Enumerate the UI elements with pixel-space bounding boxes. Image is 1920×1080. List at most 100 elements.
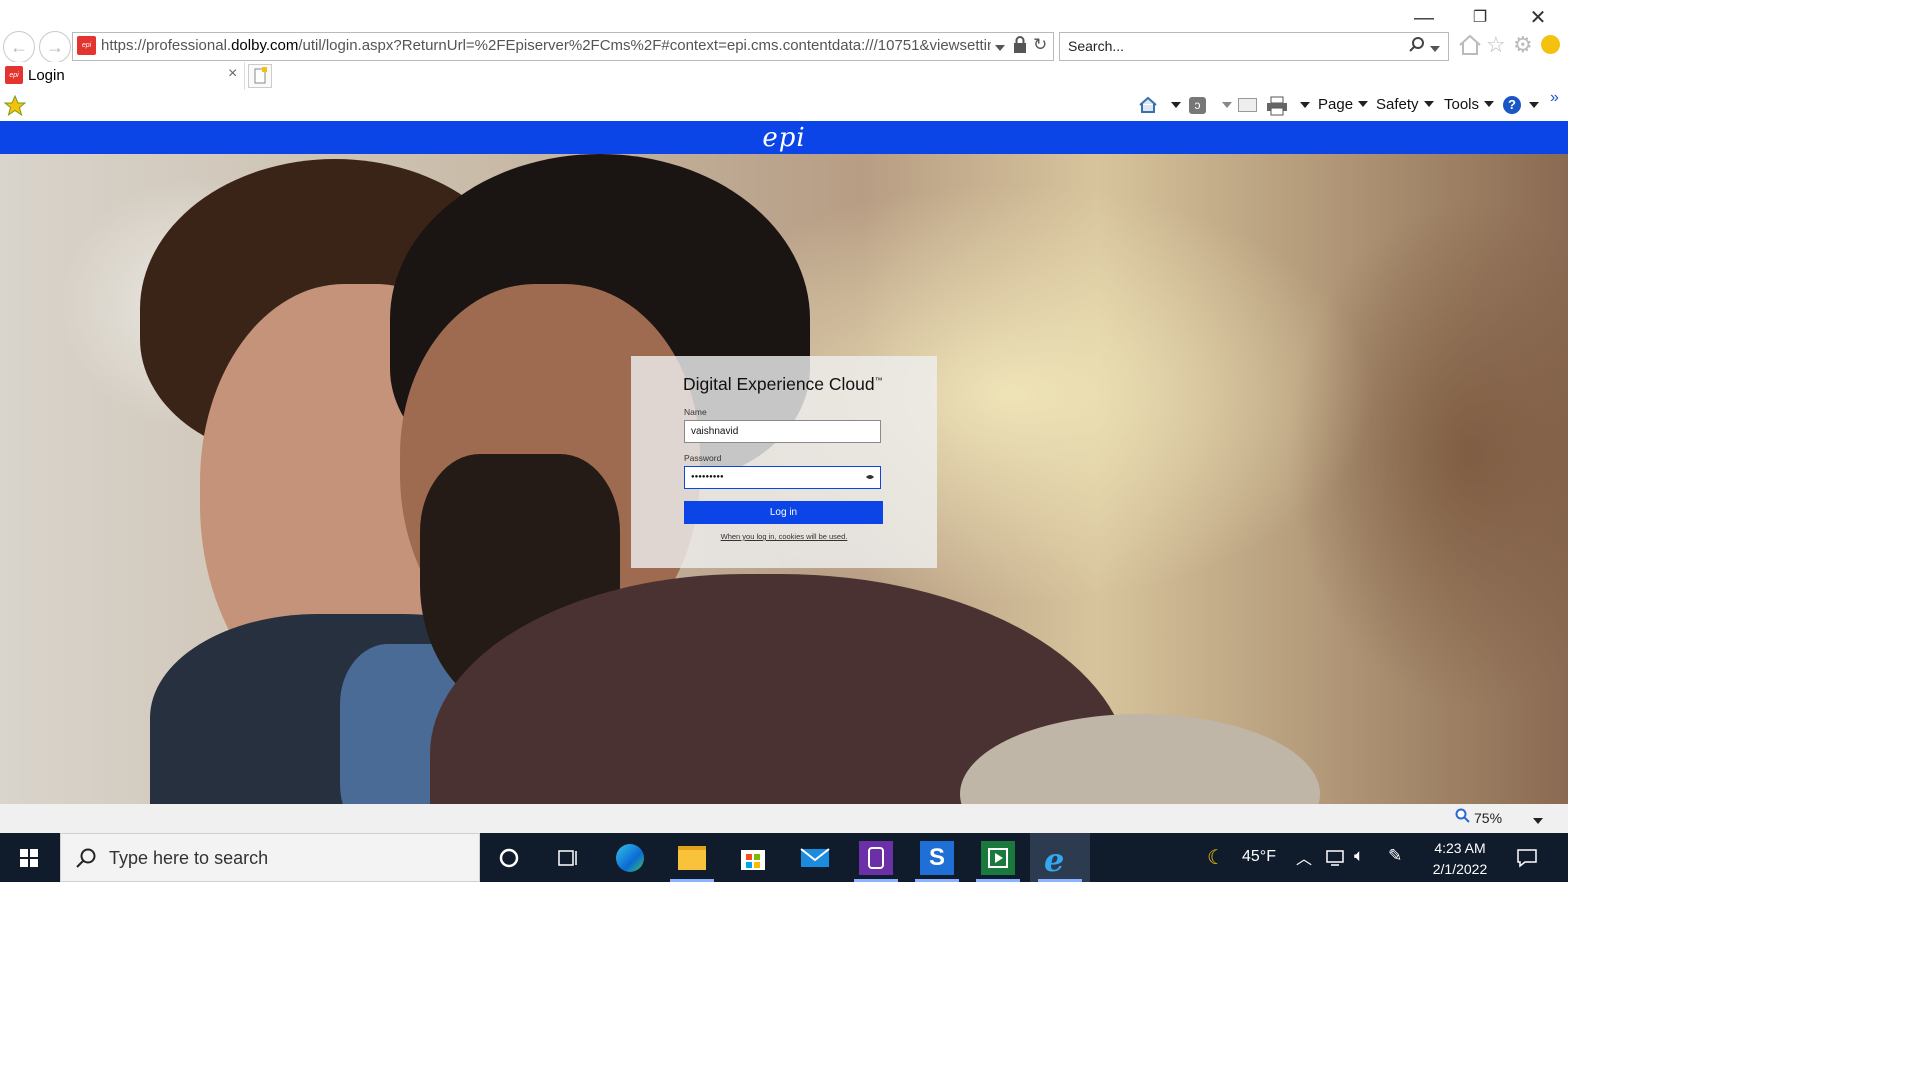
forward-button[interactable]: → bbox=[39, 31, 71, 63]
login-title: Digital Experience Cloud™ bbox=[683, 374, 883, 395]
task-view-icon[interactable] bbox=[551, 841, 585, 875]
url-prefix: https://professional. bbox=[101, 37, 232, 54]
green-app-running-indicator bbox=[976, 879, 1020, 882]
cortana-icon[interactable] bbox=[492, 841, 526, 875]
dropdown-icon[interactable] bbox=[995, 40, 1005, 58]
page-menu-label: Page bbox=[1318, 96, 1354, 113]
print-icon[interactable] bbox=[1266, 96, 1288, 121]
password-field-value: ●●●●●●●●● bbox=[691, 474, 724, 480]
help-dropdown-icon[interactable] bbox=[1524, 97, 1539, 115]
pen-ink-workspace-icon[interactable]: ✎ bbox=[1388, 846, 1402, 866]
print-dropdown-icon[interactable] bbox=[1295, 97, 1310, 115]
weather-temperature[interactable]: 45°F bbox=[1242, 848, 1276, 866]
zoom-level[interactable]: 75% bbox=[1474, 810, 1502, 826]
help-icon[interactable]: ? bbox=[1503, 96, 1521, 114]
taskbar: Type here to search S e ☾ 45°F ︿ 🔈︎ ✎ 4:… bbox=[0, 833, 1568, 882]
internet-explorer-icon: e bbox=[1044, 841, 1065, 879]
file-explorer-icon[interactable] bbox=[675, 841, 709, 875]
close-window-button[interactable]: ✕ bbox=[1518, 6, 1558, 30]
restore-button[interactable]: ❐ bbox=[1460, 6, 1500, 30]
zoom-icon[interactable] bbox=[1455, 808, 1471, 829]
show-hidden-icons-chevron-icon[interactable]: ︿ bbox=[1296, 845, 1312, 869]
log-in-button[interactable]: Log in bbox=[684, 501, 883, 524]
show-password-eye-icon[interactable] bbox=[865, 473, 875, 483]
smiley-feedback-icon[interactable] bbox=[1541, 35, 1560, 54]
password-label: Password bbox=[684, 453, 722, 463]
name-label: Name bbox=[684, 407, 707, 417]
home-icon[interactable] bbox=[1458, 34, 1482, 61]
notification-center-icon[interactable] bbox=[1516, 847, 1538, 874]
feeds-dropdown-icon[interactable] bbox=[1217, 97, 1232, 115]
back-arrow-icon: ← bbox=[10, 36, 28, 57]
search-dropdown-icon[interactable] bbox=[1430, 41, 1440, 59]
start-button[interactable] bbox=[0, 833, 58, 882]
clock-time: 4:23 AM bbox=[1434, 840, 1486, 856]
internet-explorer-active-button[interactable]: e bbox=[1030, 833, 1090, 882]
tools-menu[interactable]: Tools bbox=[1444, 96, 1495, 113]
epi-header: epi bbox=[0, 121, 1568, 154]
ie-running-indicator bbox=[1038, 879, 1082, 882]
file-explorer-running-indicator bbox=[670, 879, 714, 882]
lock-icon[interactable] bbox=[1013, 36, 1027, 59]
name-field-value: vaishnavid bbox=[691, 426, 739, 437]
weather-moon-icon[interactable]: ☾ bbox=[1207, 845, 1225, 870]
tab-row: epi Login × bbox=[0, 62, 1568, 90]
favorites-add-icon[interactable] bbox=[3, 94, 27, 122]
url-domain: dolby.com bbox=[231, 37, 299, 54]
windows-logo-icon bbox=[20, 849, 38, 867]
address-row: ← → epi https://professional.dolby.com/u… bbox=[0, 0, 1568, 63]
search-icon[interactable] bbox=[1408, 36, 1426, 59]
url-suffix: /util/login.aspx?ReturnUrl=%2FEpiserver%… bbox=[298, 37, 991, 54]
taskbar-search-icon bbox=[75, 847, 97, 874]
command-bar: ↄ Page Safety Tools ? » bbox=[0, 89, 1568, 122]
read-mail-icon[interactable] bbox=[1238, 98, 1257, 112]
new-tab-button[interactable] bbox=[248, 64, 272, 88]
favorites-star-icon[interactable]: ☆ bbox=[1486, 32, 1506, 58]
mail-icon[interactable] bbox=[798, 841, 832, 875]
status-bar: 75% bbox=[0, 804, 1568, 833]
tab-close-icon[interactable]: × bbox=[228, 65, 237, 83]
purple-app-running-indicator bbox=[854, 879, 898, 882]
forward-arrow-icon: → bbox=[46, 36, 64, 57]
cookie-notice-link[interactable]: When you log in, cookies will be used. bbox=[631, 532, 937, 541]
network-icon[interactable] bbox=[1324, 849, 1346, 872]
app-s-icon[interactable]: S bbox=[920, 841, 954, 875]
refresh-icon[interactable]: ↻ bbox=[1033, 35, 1047, 55]
address-bar[interactable]: epi https://professional.dolby.com/util/… bbox=[72, 32, 1054, 61]
page-menu[interactable]: Page bbox=[1318, 96, 1369, 113]
safety-menu-label: Safety bbox=[1376, 96, 1419, 113]
more-commands-chevron-icon[interactable]: » bbox=[1550, 89, 1559, 107]
url-text[interactable]: https://professional.dolby.com/util/logi… bbox=[101, 37, 991, 54]
name-field[interactable]: vaishnavid bbox=[684, 420, 881, 443]
browser-search-box[interactable]: Search... bbox=[1059, 32, 1449, 61]
settings-gear-icon[interactable]: ⚙ bbox=[1513, 32, 1533, 58]
app-purple-icon[interactable] bbox=[859, 841, 893, 875]
taskbar-search-placeholder: Type here to search bbox=[109, 848, 269, 868]
rss-feed-icon[interactable]: ↄ bbox=[1189, 97, 1206, 114]
app-green-play-icon[interactable] bbox=[981, 841, 1015, 875]
tab-title: Login bbox=[28, 67, 65, 84]
back-button[interactable]: ← bbox=[3, 31, 35, 63]
microsoft-store-icon[interactable] bbox=[736, 841, 770, 875]
site-favicon: epi bbox=[77, 36, 96, 55]
login-title-text: Digital Experience Cloud bbox=[683, 374, 875, 394]
s-app-running-indicator bbox=[915, 879, 959, 882]
tools-menu-label: Tools bbox=[1444, 96, 1480, 113]
home-dropdown-icon[interactable] bbox=[1166, 97, 1181, 115]
tab-login[interactable]: epi Login × bbox=[0, 62, 245, 90]
trademark-symbol: ™ bbox=[874, 376, 883, 386]
home-command-icon[interactable] bbox=[1138, 96, 1158, 119]
zoom-dropdown-icon[interactable] bbox=[1528, 813, 1543, 831]
safety-menu[interactable]: Safety bbox=[1376, 96, 1434, 113]
clock[interactable]: 4:23 AM 2/1/2022 bbox=[1404, 838, 1516, 880]
edge-browser-icon[interactable] bbox=[613, 841, 647, 875]
epi-logo: epi bbox=[762, 123, 806, 153]
minimize-button[interactable]: — bbox=[1404, 6, 1444, 30]
login-card: Digital Experience Cloud™ Name vaishnavi… bbox=[631, 356, 937, 568]
new-tab-icon bbox=[254, 67, 267, 84]
volume-icon[interactable]: 🔈︎ bbox=[1354, 846, 1364, 866]
taskbar-search-box[interactable]: Type here to search bbox=[60, 833, 480, 882]
search-placeholder: Search... bbox=[1068, 38, 1125, 54]
clock-date: 2/1/2022 bbox=[1432, 861, 1488, 877]
password-field[interactable]: ●●●●●●●●● bbox=[684, 466, 881, 489]
